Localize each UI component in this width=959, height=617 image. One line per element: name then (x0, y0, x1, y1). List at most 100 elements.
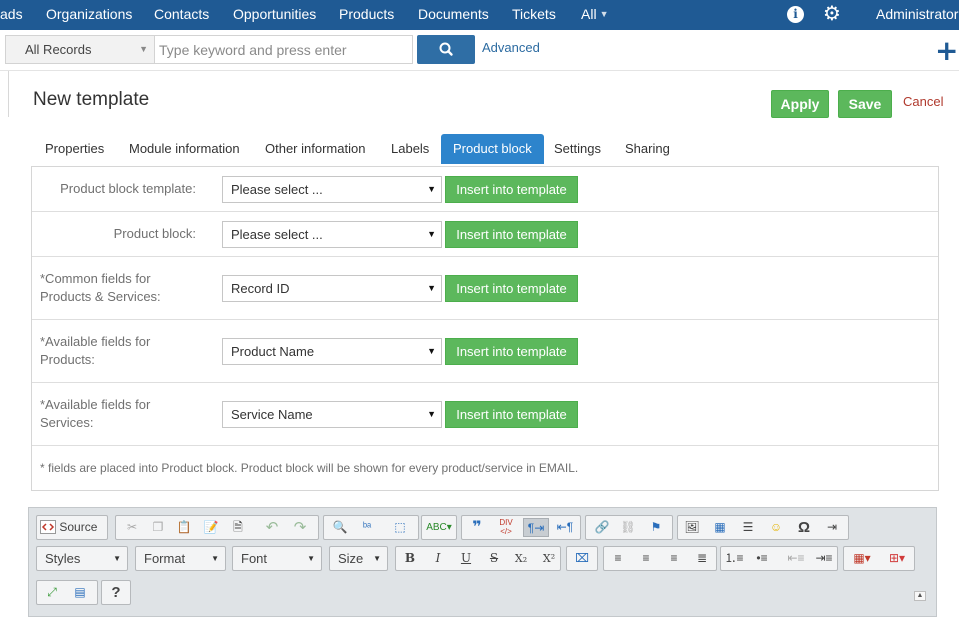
nav-item-opportunities[interactable]: Opportunities (233, 0, 316, 30)
table-insert-icon[interactable]: ⊞▾ (882, 549, 912, 568)
align-justify-icon[interactable]: ≣ (692, 549, 712, 568)
indent-icon[interactable]: ⇥≡ (813, 549, 835, 568)
insert-into-template-button[interactable]: Insert into template (445, 338, 578, 365)
text-direction-ltr-icon[interactable]: ¶⇥ (523, 518, 549, 537)
insert-into-template-button[interactable]: Insert into template (445, 221, 578, 248)
size-dropdown[interactable]: Size ▼ (329, 546, 388, 571)
link-icon[interactable]: 🔗 (592, 518, 612, 537)
blockquote-icon[interactable]: ❞ (466, 518, 488, 537)
info-icon[interactable]: i (787, 6, 804, 23)
toolbar-group-blocks: ❞ DIV </> ¶⇥ ⇤¶ (461, 515, 581, 540)
paste-word-icon[interactable]: 🗎 (228, 518, 248, 537)
nav-item-products[interactable]: Products (339, 0, 394, 30)
dropdown-arrow-icon: ▼ (427, 229, 436, 239)
nav-item-leads[interactable]: ads (0, 0, 23, 30)
tab-module-information[interactable]: Module information (129, 134, 240, 164)
nav-item-all[interactable]: All ▼ (581, 0, 608, 30)
label-product-block: Product block: (113, 226, 196, 241)
gear-icon[interactable]: ⚙ (823, 2, 841, 26)
anchor-icon[interactable]: ⚑ (646, 518, 666, 537)
redo-icon[interactable]: ↷ (290, 518, 310, 537)
text-color-icon[interactable]: ▦▾ (847, 549, 877, 568)
undo-icon[interactable]: ↶ (262, 518, 282, 537)
outdent-icon[interactable]: ⇤≡ (785, 549, 807, 568)
paste-text-icon[interactable]: 📝 (201, 518, 221, 537)
plus-icon[interactable]: + (935, 37, 958, 65)
italic-button[interactable]: I (428, 549, 448, 568)
format-label: Format (144, 551, 186, 566)
tab-product-block[interactable]: Product block (441, 134, 544, 164)
numbered-list-icon[interactable]: ⒈≡ (723, 549, 745, 568)
styles-dropdown[interactable]: Styles ▼ (36, 546, 128, 571)
form-row-product-fields: *Available fields for Products: Product N… (32, 320, 938, 383)
insert-into-template-button[interactable]: Insert into template (445, 401, 578, 428)
advanced-search-link[interactable]: Advanced (482, 40, 540, 55)
tab-properties[interactable]: Properties (45, 134, 104, 164)
save-button[interactable]: Save (838, 90, 892, 118)
label-line: Services: (40, 415, 94, 430)
find-icon[interactable]: 🔍 (330, 518, 350, 537)
cut-icon[interactable]: ✂ (122, 518, 142, 537)
apply-button[interactable]: Apply (771, 90, 829, 118)
service-fields-select[interactable]: Service Name ▼ (222, 401, 442, 428)
align-center-icon[interactable]: ≡ (636, 549, 656, 568)
smiley-icon[interactable]: ☺ (766, 518, 786, 537)
search-input[interactable] (154, 35, 413, 64)
div-container-icon[interactable]: DIV </> (495, 518, 517, 537)
product-block-select[interactable]: Please select ... ▼ (222, 221, 442, 248)
align-right-icon[interactable]: ≡ (664, 549, 684, 568)
bulleted-list-icon[interactable]: •≡ (751, 549, 773, 568)
source-label: Source (59, 520, 98, 534)
maximize-icon[interactable]: ⤢ (41, 583, 63, 602)
cancel-link[interactable]: Cancel (903, 94, 943, 109)
select-all-icon[interactable]: ⬚ (390, 518, 410, 537)
horizontal-line-icon[interactable]: ☰ (738, 518, 758, 537)
tab-other-information[interactable]: Other information (265, 134, 365, 164)
product-block-template-select[interactable]: Please select ... ▼ (222, 176, 442, 203)
collapse-toolbar-icon[interactable]: ▲ (914, 591, 926, 601)
special-char-icon[interactable]: Ω (794, 518, 814, 537)
image-icon[interactable]: 🖼 (682, 518, 702, 537)
page-title: New template (33, 89, 150, 110)
subscript-button[interactable]: X₂ (510, 549, 532, 568)
search-scope-select[interactable]: All Records ▼ (5, 35, 154, 64)
unlink-icon[interactable]: ⛓ (618, 518, 638, 537)
common-fields-select[interactable]: Record ID ▼ (222, 275, 442, 302)
strike-button[interactable]: S (484, 549, 504, 568)
nav-item-organizations[interactable]: Organizations (46, 0, 132, 30)
user-menu[interactable]: Administrator (876, 0, 958, 30)
font-dropdown[interactable]: Font ▼ (232, 546, 322, 571)
dropdown-arrow-icon: ▼ (427, 184, 436, 194)
remove-format-icon[interactable]: ⌧ (571, 549, 593, 568)
text-direction-rtl-icon[interactable]: ⇤¶ (554, 518, 576, 537)
tab-labels[interactable]: Labels (391, 134, 429, 164)
spellcheck-icon[interactable]: ABC▾ (425, 518, 453, 537)
search-button[interactable] (417, 35, 475, 64)
page-break-icon[interactable]: ⇥ (822, 518, 842, 537)
search-icon (439, 42, 453, 56)
align-left-icon[interactable]: ≡ (608, 549, 628, 568)
insert-into-template-button[interactable]: Insert into template (445, 275, 578, 302)
source-button[interactable]: Source (40, 518, 104, 537)
paste-icon[interactable]: 📋 (174, 518, 194, 537)
table-icon[interactable]: ▦ (710, 518, 730, 537)
help-button[interactable]: ? (105, 583, 127, 602)
tab-sharing[interactable]: Sharing (625, 134, 670, 164)
tab-settings[interactable]: Settings (554, 134, 601, 164)
underline-button[interactable]: U (456, 549, 476, 568)
nav-item-tickets[interactable]: Tickets (512, 0, 556, 30)
nav-item-documents[interactable]: Documents (418, 0, 489, 30)
show-blocks-icon[interactable]: ▤ (69, 583, 91, 602)
toolbar-group-clipboard: ✂ ❐ 📋 📝 🗎 ↶ ↷ (115, 515, 319, 540)
replace-icon[interactable]: ᵇᵃ (357, 518, 377, 537)
form-row-common-fields: *Common fields for Products & Services: R… (32, 257, 938, 320)
label-line: *Common fields for (40, 271, 151, 286)
bold-button[interactable]: B (400, 549, 420, 568)
format-dropdown[interactable]: Format ▼ (135, 546, 226, 571)
toolbar-group-lists: ⒈≡ •≡ ⇤≡ ⇥≡ (720, 546, 838, 571)
product-fields-select[interactable]: Product Name ▼ (222, 338, 442, 365)
insert-into-template-button[interactable]: Insert into template (445, 176, 578, 203)
superscript-button[interactable]: X² (538, 549, 560, 568)
nav-item-contacts[interactable]: Contacts (154, 0, 209, 30)
copy-icon[interactable]: ❐ (148, 518, 168, 537)
